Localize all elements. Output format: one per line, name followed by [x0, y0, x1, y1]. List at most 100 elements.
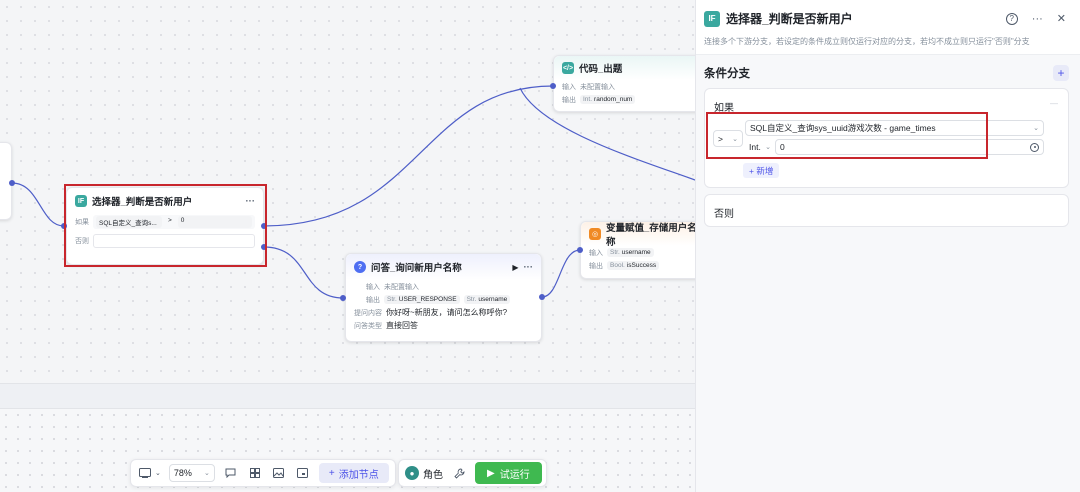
add-node-button[interactable]: + 添加节点	[318, 463, 389, 483]
output-name: isSuccess	[626, 262, 657, 269]
test-run-label: 试运行	[499, 469, 530, 481]
layout-icon[interactable]	[137, 465, 153, 481]
output-tag: Int. random_num	[580, 95, 636, 104]
panel-description: 连接多个下游分支，若设定的条件成立则仅运行对应的分支，若均不成立则只运行"否则"…	[704, 37, 1030, 46]
variable-node[interactable]: ◎ 变量赋值_存储用户名称 输入 Str. username 输出 Bool. is…	[580, 221, 695, 279]
qa-input-row: 输入 未配置输入	[346, 280, 541, 293]
run-toolbar: ● 角色 ▶ 试运行	[398, 459, 547, 487]
qa-output-row: 输出 Str. USER_RESPONSE Str. username	[346, 293, 541, 306]
variable-node-title: 变量赋值_存储用户名称	[606, 223, 695, 248]
qa-answer-type-row: 问答类型 直接回答	[346, 319, 541, 332]
variable-in-port[interactable]	[577, 247, 583, 253]
output-label: 输出	[589, 262, 603, 270]
variable-node-header: ◎ 变量赋值_存储用户名称	[581, 222, 695, 248]
wrench-icon[interactable]	[451, 465, 467, 481]
output-label: 输出	[366, 296, 380, 304]
qa-node-header: ? 问答_询问新用户名称 ▶ ···	[346, 254, 541, 280]
start-node-port[interactable]	[9, 180, 15, 186]
role-label: 角色	[423, 469, 443, 481]
collapse-icon[interactable]: —	[1050, 99, 1058, 108]
branch-if-card: 如果 — > ⌄ SQL自定义_查询sys_uuid游戏次数 - game_ti…	[704, 88, 1069, 188]
image-icon[interactable]	[271, 465, 287, 481]
code-node-header: </> 代码_出题	[554, 56, 695, 80]
more-icon[interactable]: ···	[1032, 13, 1043, 25]
output-tag-username: Str. username	[463, 295, 511, 304]
test-run-button[interactable]: ▶ 试运行	[475, 462, 542, 484]
chevron-down-icon[interactable]: ⌄	[155, 469, 161, 477]
qa-in-port[interactable]	[340, 295, 346, 301]
output-name: USER_RESPONSE	[398, 296, 457, 303]
chevron-down-icon: ⌄	[204, 470, 210, 477]
play-icon[interactable]: ▶	[512, 263, 518, 272]
panel-title[interactable]: 选择器_判断是否新用户	[726, 10, 853, 27]
code-node[interactable]: </> 代码_出题 输入 未配置输入 输出 Int. random_num	[553, 55, 695, 112]
input-type: Str.	[610, 249, 620, 256]
node-config-panel: IF 选择器_判断是否新用户 ? ··· ✕ 连接多个下游分支，若设定的条件成立…	[695, 0, 1080, 492]
more-icon[interactable]: ···	[524, 262, 534, 273]
qa-question-row: 提问内容 你好呀~新朋友，请问怎么称呼你?	[346, 306, 541, 319]
output-label: 输出	[562, 96, 576, 104]
panel-actions: ? ··· ✕	[1005, 12, 1066, 25]
input-name: username	[621, 249, 651, 256]
question-label: 提问内容	[354, 309, 382, 317]
add-branch-button[interactable]: +	[1053, 65, 1069, 81]
input-tag: Str. username	[607, 248, 654, 257]
input-label: 输入	[589, 249, 603, 257]
chevron-down-icon: ⌄	[1033, 125, 1039, 132]
avatar: ●	[405, 466, 419, 480]
zoom-select[interactable]: 78% ⌄	[168, 464, 215, 482]
output-type: Bool.	[610, 262, 625, 269]
add-condition-button[interactable]: + 新增	[743, 163, 780, 178]
question-value: 你好呀~新朋友，请问怎么称呼你?	[386, 308, 508, 317]
output-tag-response: Str. USER_RESPONSE	[384, 295, 460, 304]
play-icon: ▶	[487, 467, 495, 479]
variable-icon: ◎	[589, 228, 601, 240]
answer-type-value: 直接回答	[386, 321, 418, 330]
highlight-box-selector-node	[64, 184, 267, 267]
code-input-row: 输入 未配置输入	[554, 80, 695, 93]
branch-else-label: 否则	[714, 209, 734, 220]
fit-view-icon[interactable]	[295, 465, 311, 481]
code-output-row: 输出 Int. random_num	[554, 93, 695, 106]
input-value: 未配置输入	[580, 83, 615, 91]
output-tag: Bool. isSuccess	[607, 261, 660, 270]
edge-selector-if-to-code	[263, 85, 554, 227]
qa-node[interactable]: ? 问答_询问新用户名称 ▶ ··· 输入 未配置输入 输出 Str. USER_…	[345, 253, 542, 342]
code-node-title: 代码_出题	[579, 64, 623, 75]
highlight-box-condition	[706, 112, 988, 159]
code-icon: </>	[562, 62, 574, 74]
input-label: 输入	[562, 83, 576, 91]
panel-header: IF 选择器_判断是否新用户	[704, 10, 853, 27]
condition-branch-section: 条件分支 + 如果 — > ⌄ SQL自定义_查询sys_uuid游戏次数 - …	[696, 54, 1080, 492]
help-icon[interactable]: ?	[1005, 12, 1018, 25]
output-name: random_num	[594, 96, 633, 103]
edge-qa-to-var	[541, 249, 581, 298]
minimap-icon[interactable]	[247, 465, 263, 481]
section-title: 条件分支	[704, 68, 750, 80]
close-icon[interactable]: ✕	[1057, 12, 1066, 25]
variable-ref-icon[interactable]	[1030, 142, 1039, 152]
input-value: 未配置输入	[384, 283, 419, 291]
qa-out-port[interactable]	[539, 294, 545, 300]
role-button[interactable]: ● 角色	[405, 466, 443, 481]
zoom-value: 78%	[173, 468, 192, 478]
output-type: Int.	[583, 96, 593, 103]
qa-node-title: 问答_询问新用户名称	[371, 263, 462, 274]
edge-selector-else-to-qa	[263, 246, 344, 299]
output-type: Str.	[466, 296, 477, 303]
plus-icon: +	[328, 467, 335, 479]
if-icon: IF	[704, 10, 720, 27]
branch-else-card: 否则	[704, 194, 1069, 227]
canvas-toolbar: ⌄ 78% ⌄ + 添加节点	[130, 459, 396, 487]
code-in-port[interactable]	[550, 83, 556, 89]
answer-type-label: 问答类型	[354, 322, 382, 330]
output-type: Str.	[387, 296, 397, 303]
output-name: username	[478, 296, 508, 303]
comment-icon[interactable]	[223, 465, 239, 481]
workflow-canvas[interactable]: IF 选择器_判断是否新用户 ··· 如果 SQL自定义_查询s... > 0 …	[0, 0, 695, 492]
input-label: 输入	[366, 283, 380, 291]
question-icon: ?	[354, 261, 366, 273]
var-output-row: 输出 Bool. isSuccess	[581, 259, 695, 272]
edge-start-to-selector	[11, 182, 65, 227]
add-node-label: 添加节点	[338, 469, 379, 481]
